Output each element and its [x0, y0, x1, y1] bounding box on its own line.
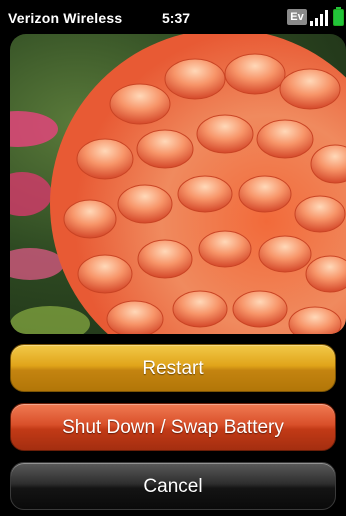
- battery-icon: [333, 7, 344, 26]
- dahlia-flower-photo: [10, 34, 346, 334]
- network-type-badge: Ev: [287, 9, 307, 25]
- carrier-name: Verizon Wireless: [8, 10, 123, 26]
- wallpaper-photo: [10, 34, 346, 334]
- shutdown-swap-battery-button[interactable]: Shut Down / Swap Battery: [10, 403, 336, 451]
- signal-bars-icon: [310, 9, 330, 26]
- cancel-button[interactable]: Cancel: [10, 462, 336, 510]
- restart-button[interactable]: Restart: [10, 344, 336, 392]
- clock: 5:37: [162, 10, 191, 26]
- status-bar: Verizon Wireless 5:37 Ev: [0, 0, 346, 34]
